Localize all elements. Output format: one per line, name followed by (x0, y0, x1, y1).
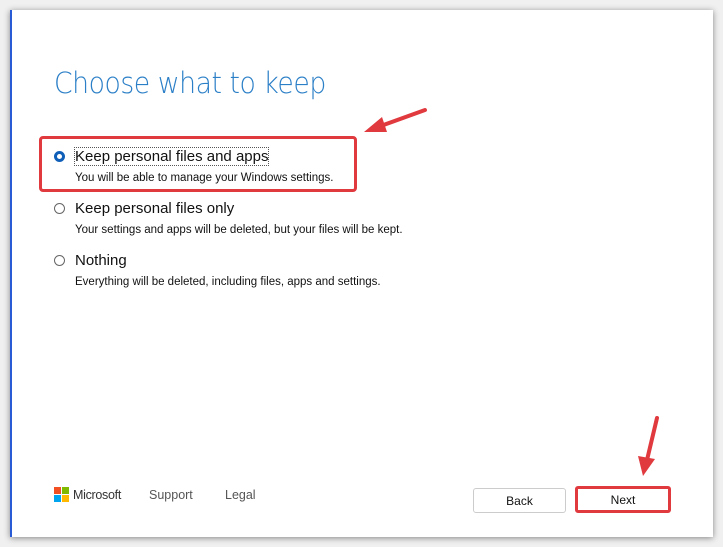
annotation-arrows (364, 108, 659, 476)
arrow-to-option-icon (364, 108, 427, 132)
arrow-to-next-icon (638, 416, 659, 476)
